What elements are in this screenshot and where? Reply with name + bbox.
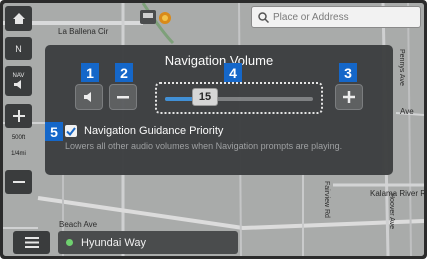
callout-badge-5: 5 (45, 122, 63, 141)
priority-label: Navigation Guidance Priority (84, 125, 224, 137)
minus-icon (12, 181, 25, 183)
plus-icon (12, 110, 25, 122)
current-road-name: Hyundai Way (81, 236, 147, 249)
volume-up-button[interactable] (335, 84, 363, 110)
priority-option[interactable]: Navigation Guidance Priority (65, 125, 223, 137)
map-label-kalama: Kalama River Rd (370, 189, 424, 198)
callout-badge-2: 2 (115, 63, 133, 82)
speaker-icon (13, 79, 21, 89)
current-road-bar[interactable]: Hyundai Way (58, 231, 238, 254)
volume-value: 15 (198, 91, 212, 103)
callout-badge-4: 4 (224, 63, 242, 82)
minus-icon (117, 96, 129, 99)
search-placeholder: Place or Address (273, 11, 349, 23)
map-label-fairview: Fairview Rd (323, 181, 330, 218)
poi-marker[interactable] (139, 8, 173, 28)
map-label-pennys: Pennys Ave (398, 49, 405, 86)
navigation-screen: La Ballena Cir Ave Kalama River Rd Beach… (0, 0, 427, 259)
home-icon (12, 13, 25, 24)
callout-badge-1: 1 (81, 63, 99, 82)
zoom-out-button[interactable] (5, 170, 32, 194)
speaker-mute-icon (84, 92, 91, 102)
map-label-hoover: Hoover Ave (388, 193, 395, 230)
menu-icon (24, 237, 39, 248)
slider-track (165, 97, 313, 101)
bus-poi-icon (140, 10, 171, 24)
slider-thumb[interactable]: 15 (192, 88, 218, 106)
location-dot-icon (66, 239, 73, 246)
map-label-beach: Beach Ave (59, 220, 98, 229)
compass-label: N (15, 43, 22, 54)
volume-slider[interactable]: 15 (155, 82, 323, 114)
search-box[interactable]: Place or Address (251, 6, 421, 28)
nav-volume-button[interactable]: NAV (5, 66, 32, 96)
map-label-ave: Ave (400, 107, 414, 116)
volume-down-button[interactable] (109, 84, 137, 110)
callout-badge-3: 3 (339, 63, 357, 82)
mute-button[interactable] (75, 84, 103, 110)
priority-description: Lowers all other audio volumes when Navi… (65, 141, 343, 151)
compass-button[interactable]: N (5, 37, 32, 60)
search-icon (258, 11, 269, 23)
scale-label: 500ft (11, 135, 26, 141)
map-label-la-ballena: La Ballena Cir (58, 27, 109, 36)
scale-label-secondary: 1/4mi (11, 151, 26, 157)
plus-icon (343, 91, 355, 103)
checkmark-icon (66, 126, 76, 136)
home-button[interactable] (5, 6, 32, 31)
zoom-in-button[interactable] (5, 104, 32, 128)
menu-button[interactable] (13, 231, 50, 254)
priority-checkbox[interactable] (65, 125, 77, 137)
